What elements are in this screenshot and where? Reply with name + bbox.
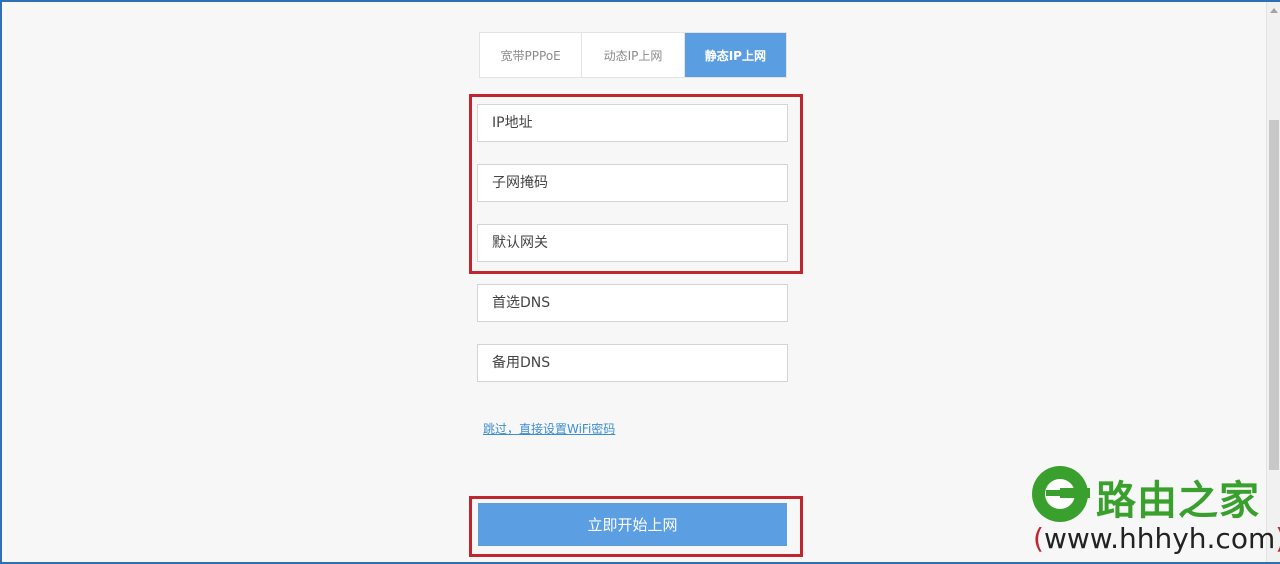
watermark-url-text: www.hhhyh.com xyxy=(1043,522,1276,555)
scroll-up-arrow-icon[interactable] xyxy=(1267,2,1280,18)
window-border-left xyxy=(0,0,2,564)
window-border-top xyxy=(0,0,1280,2)
start-internet-button[interactable]: 立即开始上网 xyxy=(478,503,787,546)
subnet-mask-input[interactable] xyxy=(478,165,787,201)
scroll-thumb[interactable] xyxy=(1269,120,1279,470)
default-gateway-input[interactable] xyxy=(478,225,787,261)
tab-static-ip[interactable]: 静态IP上网 xyxy=(684,33,786,77)
watermark-paren-close: ) xyxy=(1275,522,1280,555)
secondary-dns-field xyxy=(477,344,788,382)
tab-dynamic-ip[interactable]: 动态IP上网 xyxy=(582,33,685,77)
secondary-dns-input[interactable] xyxy=(478,345,787,381)
connection-type-tabs: 宽带PPPoE 动态IP上网 静态IP上网 xyxy=(479,32,787,78)
primary-dns-field xyxy=(477,284,788,322)
default-gateway-field xyxy=(477,224,788,262)
ip-address-field xyxy=(477,104,788,142)
watermark-paren-open: ( xyxy=(1033,522,1044,555)
subnet-mask-field xyxy=(477,164,788,202)
watermark-url: (www.hhhyh.com) xyxy=(1033,525,1280,553)
tab-pppoe[interactable]: 宽带PPPoE xyxy=(480,33,583,77)
watermark-title: 路由之家 xyxy=(1096,478,1260,524)
watermark-logo-icon xyxy=(1032,466,1090,522)
vertical-scrollbar[interactable] xyxy=(1266,2,1280,562)
primary-dns-input[interactable] xyxy=(478,285,787,321)
skip-to-wifi-link[interactable]: 跳过，直接设置WiFi密码 xyxy=(483,420,615,437)
ip-address-input[interactable] xyxy=(478,105,787,141)
